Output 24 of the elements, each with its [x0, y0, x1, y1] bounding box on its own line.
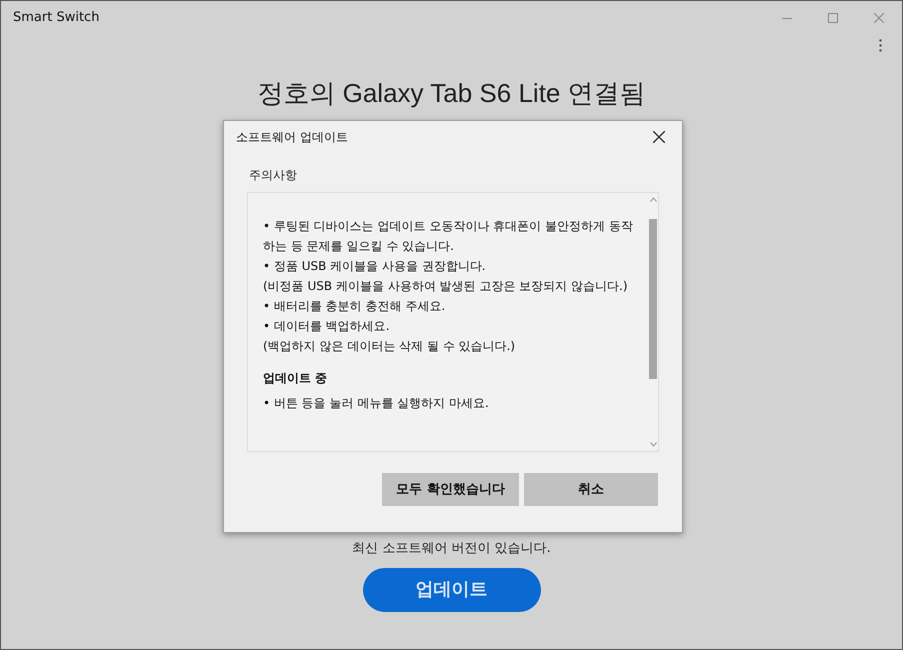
scrollbar-thumb[interactable]: [649, 219, 657, 379]
dialog-title: 소프트웨어 업데이트: [236, 129, 348, 146]
section-label: 주의사항: [249, 167, 297, 184]
scroll-down-icon: [650, 442, 656, 447]
notice-bullet: • 루팅된 디바이스는 업데이트 오동작이나 휴대폰이 불안정하게 동작하는 등 문제를 일으킬 수 있습니다.: [263, 218, 634, 255]
close-icon: [874, 13, 884, 23]
notice-heading: 업데이트 중: [263, 370, 328, 387]
maximize-icon: [828, 13, 838, 23]
notice-bullet: • 배터리를 충분히 충전해 주세요.: [263, 298, 446, 315]
notice-bullet: • 버튼 등을 눌러 메뉴를 실행하지 마세요.: [263, 395, 490, 412]
notice-note: (비정품 USB 케이블을 사용하여 발생된 고장은 보장되지 않습니다.): [263, 278, 629, 295]
notice-bullet: • 데이터를 백업하세요.: [263, 318, 391, 335]
device-heading: 정호의 Galaxy Tab S6 Lite 연결됨: [257, 79, 646, 107]
close-icon: [653, 131, 665, 143]
scroll-up-icon: [650, 197, 656, 202]
more-vertical-icon: [878, 38, 882, 52]
status-text: 최신 소프트웨어 버전이 있습니다.: [352, 540, 551, 558]
cancel-button[interactable]: 취소: [524, 473, 658, 506]
window-title: Smart Switch: [13, 9, 100, 28]
notice-note: (백업하지 않은 데이터는 삭제 될 수 있습니다.): [263, 338, 516, 355]
notice-bullet: • 정품 USB 케이블을 사용을 권장합니다.: [263, 258, 487, 275]
update-button[interactable]: 업데이트: [362, 568, 540, 612]
dialog-close-button[interactable]: [652, 130, 666, 144]
confirm-button[interactable]: 모두 확인했습니다: [382, 473, 519, 506]
